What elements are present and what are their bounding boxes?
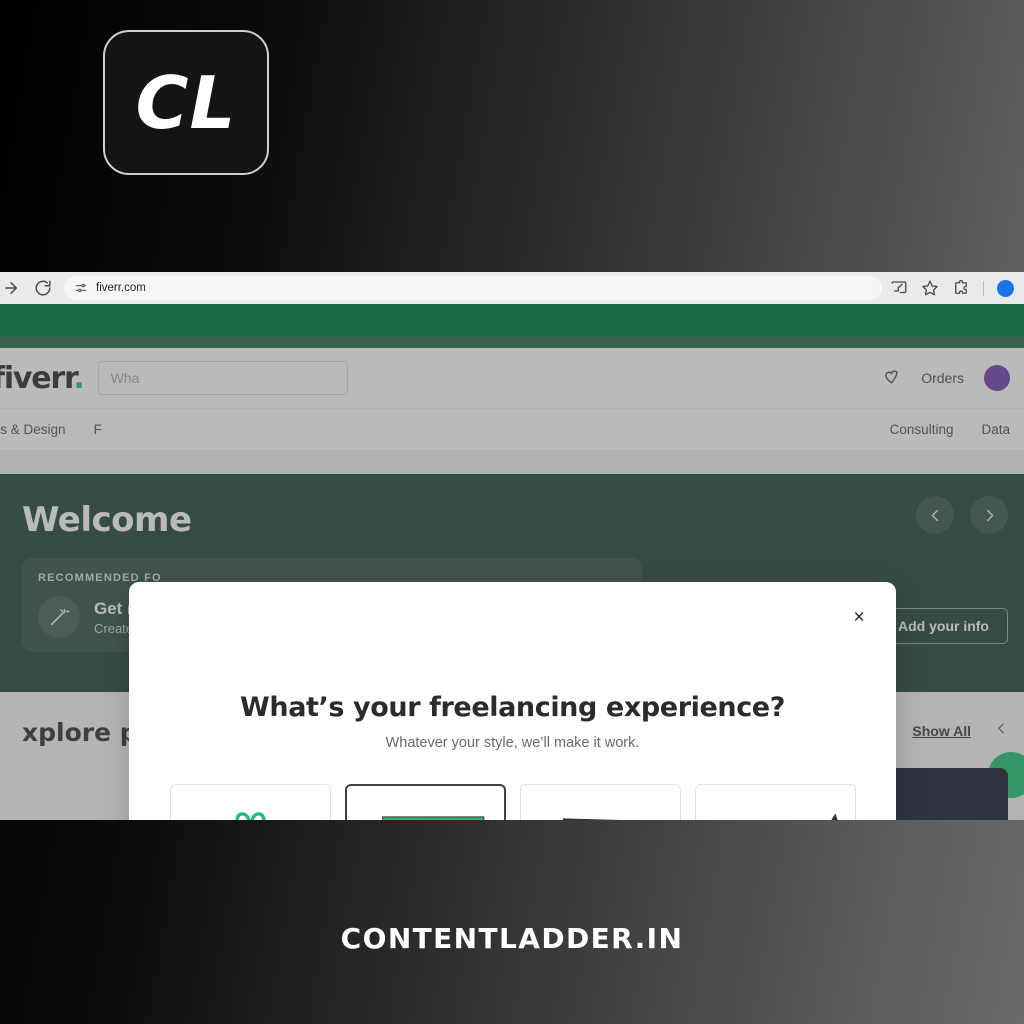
gift-scissors-whistle-icon: [183, 799, 318, 820]
option-card-just-getting-started[interactable]: I'm just getting started: [169, 784, 331, 820]
toolbar-actions: [890, 279, 1016, 297]
close-icon[interactable]: ×: [846, 604, 872, 630]
cast-icon[interactable]: [890, 279, 908, 297]
browser-window: fiverr.com fiverr. Wha Orders s & Design…: [0, 272, 1024, 820]
profile-avatar[interactable]: [997, 279, 1014, 297]
contentladder-logo-badge: CL: [103, 30, 269, 175]
freelancing-experience-modal: × What’s your freelancing experience? Wh…: [129, 582, 896, 820]
modal-subtitle: Whatever your style, we’ll make it work.: [385, 735, 640, 751]
browser-window-avatar-icon: [358, 799, 493, 820]
option-card-both-online-offline[interactable]: Both online and offline: [694, 784, 856, 820]
star-icon[interactable]: [921, 279, 939, 297]
browser-nav-icons: [2, 279, 52, 297]
experience-options: I'm just getting started: [169, 784, 856, 820]
option-card-freelancing-offline[interactable]: Freelancing offline: [519, 784, 681, 820]
puzzle-icon[interactable]: [952, 279, 970, 297]
canvas-paintbrush-icon: [533, 799, 668, 820]
option-card-freelancing-online[interactable]: Freelancing online: [344, 784, 506, 820]
forward-arrow-icon[interactable]: [2, 279, 20, 297]
contentladder-watermark: CONTENTLADDER.IN: [340, 922, 684, 955]
brand-initials: CL: [135, 60, 237, 145]
browser-toolbar: fiverr.com: [0, 272, 1024, 304]
address-bar[interactable]: fiverr.com: [64, 276, 882, 300]
modal-title: What’s your freelancing experience?: [240, 692, 785, 723]
toolbar-divider: [983, 280, 984, 296]
reload-icon[interactable]: [34, 279, 52, 297]
url-text: fiverr.com: [96, 282, 146, 294]
monitor-pencil-paper-icon: [708, 799, 843, 820]
tune-icon[interactable]: [74, 281, 88, 295]
